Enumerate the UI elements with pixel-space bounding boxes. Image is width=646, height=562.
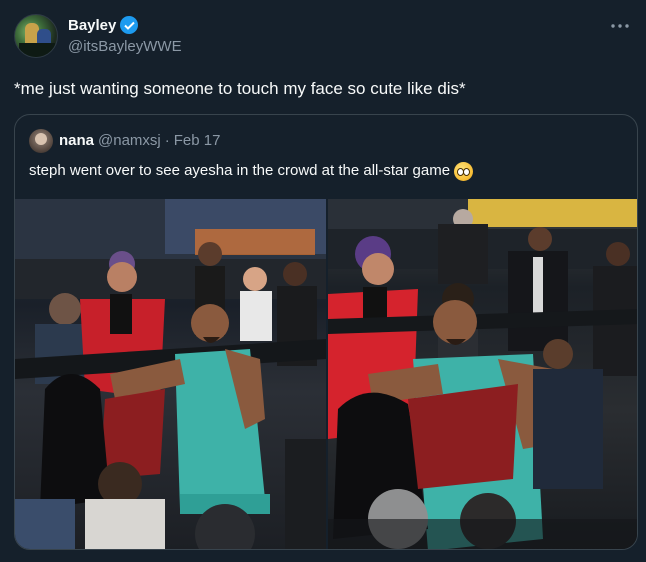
quoted-tweet-card[interactable]: nana @namxsj · Feb 17 steph went over to… — [14, 114, 638, 550]
media-photo-1[interactable] — [15, 199, 326, 549]
quoted-tweet-text: steph went over to see ayesha in the cro… — [29, 162, 451, 179]
separator-dot: · — [164, 132, 170, 149]
tweet-text: *me just wanting someone to touch my fac… — [14, 79, 466, 98]
pleading-face-emoji-icon — [454, 161, 474, 181]
more-options-icon[interactable] — [606, 14, 634, 38]
quoted-tweet-header: nana @namxsj · Feb 17 — [59, 132, 220, 149]
quoted-author-name[interactable]: nana — [59, 132, 94, 149]
author-name-row: Bayley — [68, 16, 139, 34]
quoted-tweet-text-row: steph went over to see ayesha in the cro… — [29, 161, 474, 181]
media-photo-2[interactable] — [328, 199, 637, 549]
quoted-author-avatar[interactable] — [29, 129, 53, 153]
author-display-name[interactable]: Bayley — [68, 17, 116, 34]
photo-1-illustration — [15, 199, 326, 549]
verified-badge-icon — [120, 16, 139, 34]
author-handle[interactable]: @itsBayleyWWE — [68, 38, 182, 55]
quoted-author-handle[interactable]: @namxsj — [98, 132, 161, 149]
author-avatar[interactable] — [14, 14, 58, 58]
photo-2-illustration — [328, 199, 637, 549]
quoted-tweet-date[interactable]: Feb 17 — [174, 132, 221, 149]
quoted-media-grid — [15, 199, 637, 549]
tweet: Bayley @itsBayleyWWE *me just wanting so… — [0, 0, 646, 562]
